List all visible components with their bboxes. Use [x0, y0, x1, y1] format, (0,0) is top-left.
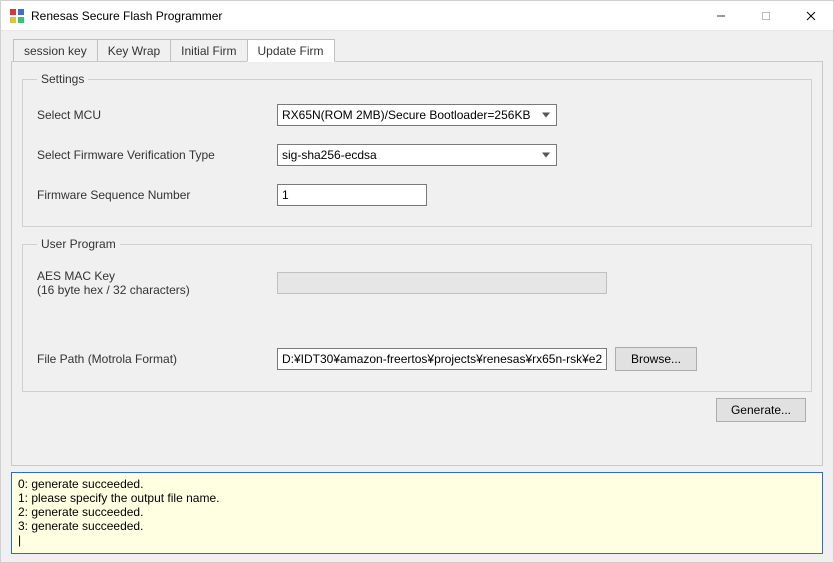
window-title: Renesas Secure Flash Programmer	[31, 9, 698, 23]
row-verification-type: Select Firmware Verification Type sig-sh…	[37, 144, 797, 166]
aes-key-label: AES MAC Key (16 byte hex / 32 characters…	[37, 269, 277, 297]
tab-update-firm[interactable]: Update Firm	[247, 39, 335, 62]
app-icon	[9, 8, 25, 24]
user-program-legend: User Program	[37, 237, 120, 251]
verification-type-dropdown[interactable]: sig-sha256-ecdsa	[277, 144, 557, 166]
client-area: session key Key Wrap Initial Firm Update…	[1, 31, 833, 562]
verification-type-label: Select Firmware Verification Type	[37, 148, 277, 162]
close-button[interactable]	[788, 1, 833, 31]
chevron-down-icon	[542, 153, 550, 158]
aes-key-input	[277, 272, 607, 294]
select-mcu-dropdown[interactable]: RX65N(ROM 2MB)/Secure Bootloader=256KB	[277, 104, 557, 126]
settings-legend: Settings	[37, 72, 88, 86]
file-path-label: File Path (Motrola Format)	[37, 352, 277, 366]
tab-strip: session key Key Wrap Initial Firm Update…	[13, 37, 823, 61]
tab-key-wrap[interactable]: Key Wrap	[97, 39, 171, 61]
titlebar: Renesas Secure Flash Programmer	[1, 1, 833, 31]
app-window: Renesas Secure Flash Programmer session …	[0, 0, 834, 563]
chevron-down-icon	[542, 113, 550, 118]
user-program-group: User Program AES MAC Key (16 byte hex / …	[22, 237, 812, 392]
tab-page-update-firm: Settings Select MCU RX65N(ROM 2MB)/Secur…	[11, 61, 823, 466]
seq-number-input[interactable]	[277, 184, 427, 206]
row-file-path: File Path (Motrola Format) Browse...	[37, 347, 797, 371]
seq-number-label: Firmware Sequence Number	[37, 188, 277, 202]
select-mcu-label: Select MCU	[37, 108, 277, 122]
row-select-mcu: Select MCU RX65N(ROM 2MB)/Secure Bootloa…	[37, 104, 797, 126]
tab-session-key[interactable]: session key	[13, 39, 98, 61]
row-seq-number: Firmware Sequence Number	[37, 184, 797, 206]
verification-type-value: sig-sha256-ecdsa	[282, 148, 377, 162]
browse-button[interactable]: Browse...	[615, 347, 697, 371]
settings-group: Settings Select MCU RX65N(ROM 2MB)/Secur…	[22, 72, 812, 227]
maximize-button[interactable]	[743, 1, 788, 31]
row-aes-key: AES MAC Key (16 byte hex / 32 characters…	[37, 269, 797, 297]
generate-row: Generate...	[22, 398, 812, 422]
tab-initial-firm[interactable]: Initial Firm	[170, 39, 247, 61]
aes-key-label-line2: (16 byte hex / 32 characters)	[37, 283, 277, 297]
generate-button[interactable]: Generate...	[716, 398, 806, 422]
window-control-group	[698, 1, 833, 31]
minimize-button[interactable]	[698, 1, 743, 31]
file-path-input[interactable]	[277, 348, 607, 370]
aes-key-label-line1: AES MAC Key	[37, 269, 115, 283]
log-output[interactable]: 0: generate succeeded. 1: please specify…	[11, 472, 823, 554]
select-mcu-value: RX65N(ROM 2MB)/Secure Bootloader=256KB	[282, 108, 530, 122]
